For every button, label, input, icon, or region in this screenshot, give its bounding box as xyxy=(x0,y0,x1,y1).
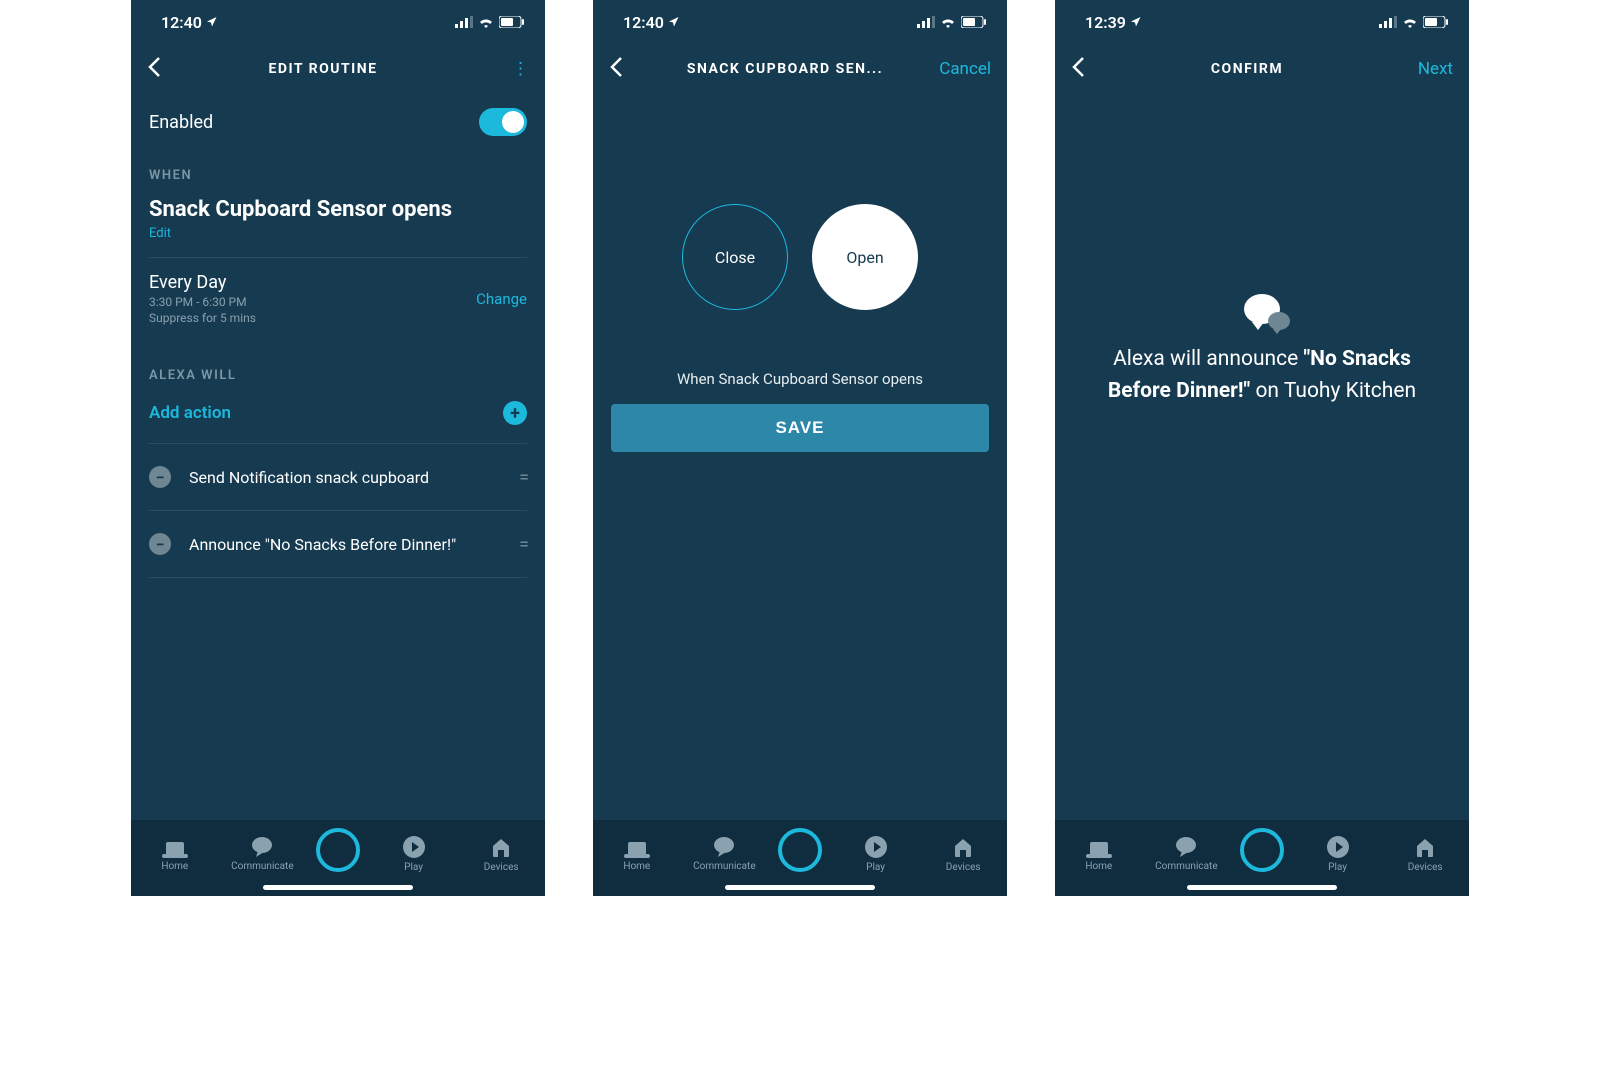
header-title: EDIT ROUTINE xyxy=(177,61,469,77)
open-option-label: Open xyxy=(846,248,883,267)
nav-devices-label: Devices xyxy=(1408,862,1443,873)
nav-play[interactable]: Play xyxy=(842,835,910,873)
edit-trigger-link[interactable]: Edit xyxy=(149,226,527,241)
back-button[interactable] xyxy=(147,56,177,82)
nav-devices[interactable]: Devices xyxy=(467,835,535,873)
schedule-time: 3:30 PM - 6:30 PM xyxy=(149,295,256,309)
remove-action-button[interactable]: − xyxy=(149,466,171,488)
nav-home[interactable]: Home xyxy=(1065,836,1133,872)
nav-play-label: Play xyxy=(1328,862,1347,873)
enabled-toggle[interactable] xyxy=(479,108,527,136)
condition-description: When Snack Cupboard Sensor opens xyxy=(611,370,989,388)
phone-screen-edit-routine: 12:40 EDIT ROUTINE ⋮ Enabled xyxy=(131,0,545,896)
status-bar: 12:40 xyxy=(593,0,1007,44)
wifi-icon xyxy=(1402,16,1418,28)
add-action-button[interactable]: + xyxy=(503,401,527,425)
cellular-signal-icon xyxy=(455,16,473,28)
change-schedule-link[interactable]: Change xyxy=(476,290,527,308)
open-option[interactable]: Open xyxy=(812,204,918,310)
cancel-button[interactable]: Cancel xyxy=(931,59,991,79)
location-icon xyxy=(1130,16,1142,28)
nav-communicate-label: Communicate xyxy=(1155,861,1217,872)
nav-devices-label: Devices xyxy=(946,862,981,873)
header-title: SNACK CUPBOARD SEN... xyxy=(639,61,931,77)
nav-communicate[interactable]: Communicate xyxy=(228,836,296,872)
schedule-headline: Every Day xyxy=(149,272,256,293)
status-time: 12:39 xyxy=(1085,13,1126,32)
nav-alexa-button[interactable] xyxy=(778,828,822,872)
battery-icon xyxy=(499,16,525,28)
nav-play[interactable]: Play xyxy=(1304,835,1372,873)
drag-handle-icon[interactable]: = xyxy=(519,467,527,488)
app-header: EDIT ROUTINE ⋮ xyxy=(131,44,545,94)
nav-home-label: Home xyxy=(161,861,188,872)
close-option-label: Close xyxy=(715,248,755,267)
status-bar: 12:40 xyxy=(131,0,545,44)
remove-action-button[interactable]: − xyxy=(149,533,171,555)
header-title: CONFIRM xyxy=(1101,61,1393,77)
nav-communicate-label: Communicate xyxy=(231,861,293,872)
confirm-pre: Alexa will announce xyxy=(1113,347,1303,371)
app-header: SNACK CUPBOARD SEN... Cancel xyxy=(593,44,1007,94)
cellular-signal-icon xyxy=(917,16,935,28)
wifi-icon xyxy=(940,16,956,28)
alexa-will-label: ALEXA WILL xyxy=(149,368,527,383)
schedule-suppress: Suppress for 5 mins xyxy=(149,311,256,325)
nav-play[interactable]: Play xyxy=(380,835,448,873)
nav-play-label: Play xyxy=(866,862,885,873)
battery-icon xyxy=(1423,16,1449,28)
nav-communicate[interactable]: Communicate xyxy=(690,836,758,872)
status-time: 12:40 xyxy=(161,13,202,32)
nav-home[interactable]: Home xyxy=(141,836,209,872)
wifi-icon xyxy=(478,16,494,28)
home-indicator[interactable] xyxy=(263,885,413,890)
nav-alexa-button[interactable] xyxy=(1240,828,1284,872)
battery-icon xyxy=(961,16,987,28)
next-button[interactable]: Next xyxy=(1393,59,1453,79)
back-button[interactable] xyxy=(1071,56,1101,82)
when-section-label: WHEN xyxy=(149,168,527,183)
status-bar: 12:39 xyxy=(1055,0,1469,44)
nav-devices[interactable]: Devices xyxy=(1391,835,1459,873)
enabled-label: Enabled xyxy=(149,112,213,133)
more-options-button[interactable]: ⋮ xyxy=(469,59,529,79)
phone-screen-sensor-choice: 12:40 SNACK CUPBOARD SEN... Cancel xyxy=(593,0,1007,896)
confirm-message: Alexa will announce "No Snacks Before Di… xyxy=(1093,344,1431,407)
location-icon xyxy=(206,16,218,28)
trigger-title: Snack Cupboard Sensor opens xyxy=(149,197,527,222)
action-item[interactable]: − Send Notification snack cupboard = xyxy=(149,444,527,511)
home-indicator[interactable] xyxy=(725,885,875,890)
nav-play-label: Play xyxy=(404,862,423,873)
announcement-icon xyxy=(1244,294,1280,324)
nav-home[interactable]: Home xyxy=(603,836,671,872)
home-indicator[interactable] xyxy=(1187,885,1337,890)
cellular-signal-icon xyxy=(1379,16,1397,28)
save-button[interactable]: SAVE xyxy=(611,404,989,452)
nav-home-label: Home xyxy=(1085,861,1112,872)
back-button[interactable] xyxy=(609,56,639,82)
action-text: Announce "No Snacks Before Dinner!" xyxy=(189,535,519,554)
nav-alexa-button[interactable] xyxy=(316,828,360,872)
confirm-post: on Tuohy Kitchen xyxy=(1250,379,1416,403)
drag-handle-icon[interactable]: = xyxy=(519,534,527,555)
nav-communicate-label: Communicate xyxy=(693,861,755,872)
nav-devices-label: Devices xyxy=(484,862,519,873)
phone-screen-confirm: 12:39 CONFIRM Next xyxy=(1055,0,1469,896)
app-header: CONFIRM Next xyxy=(1055,44,1469,94)
nav-devices[interactable]: Devices xyxy=(929,835,997,873)
action-text: Send Notification snack cupboard xyxy=(189,468,519,487)
location-icon xyxy=(668,16,680,28)
add-action-link[interactable]: Add action xyxy=(149,403,231,423)
close-option[interactable]: Close xyxy=(682,204,788,310)
action-item[interactable]: − Announce "No Snacks Before Dinner!" = xyxy=(149,511,527,578)
nav-communicate[interactable]: Communicate xyxy=(1152,836,1220,872)
nav-home-label: Home xyxy=(623,861,650,872)
status-time: 12:40 xyxy=(623,13,664,32)
